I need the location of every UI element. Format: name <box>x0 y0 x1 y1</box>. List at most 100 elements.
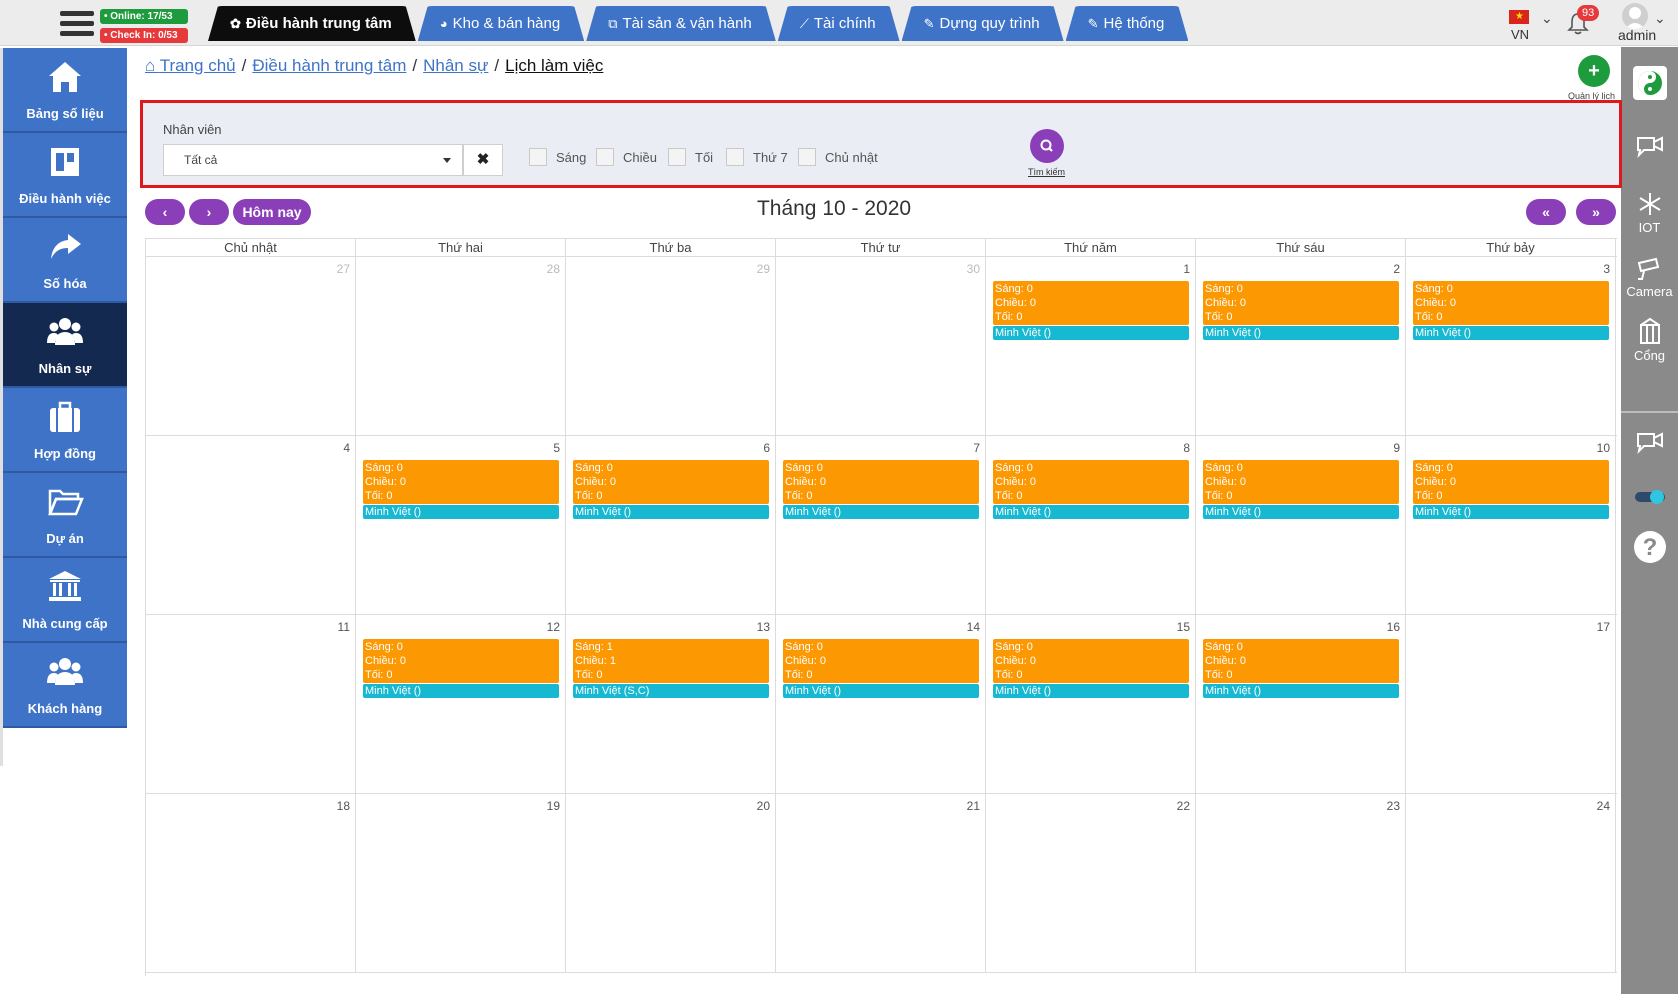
app-logo[interactable] <box>1621 65 1678 104</box>
calendar-day-cell[interactable]: 13 Sáng: 1 Chiều: 1 Tối: 0 Minh Việt (S,C) <box>566 615 776 793</box>
checkbox-box[interactable] <box>798 148 816 166</box>
calendar-day-cell[interactable]: 6 Sáng: 0 Chiều: 0 Tối: 0 Minh Việt () <box>566 436 776 614</box>
tab-tai-san-van-hanh[interactable]: ⧉ Tài sản & vận hành <box>586 6 776 41</box>
shift-summary: Sáng: 1 Chiều: 1 Tối: 0 <box>573 639 769 683</box>
checkbox-chu-nhat[interactable]: Chủ nhật <box>798 147 878 167</box>
search-caption[interactable]: Tìm kiếm <box>1028 167 1065 177</box>
schedule-event[interactable]: Sáng: 0 Chiều: 0 Tối: 0 Minh Việt () <box>993 460 1189 519</box>
calendar-day-cell[interactable]: 7 Sáng: 0 Chiều: 0 Tối: 0 Minh Việt () <box>776 436 986 614</box>
calendar-day-cell[interactable]: 17 <box>1406 615 1616 793</box>
calendar-day-cell[interactable]: 19 <box>356 794 566 972</box>
checkbox-sang[interactable]: Sáng <box>529 147 586 167</box>
search-icon <box>1040 139 1053 152</box>
add-schedule-button[interactable]: + <box>1578 55 1610 87</box>
schedule-event[interactable]: Sáng: 1 Chiều: 1 Tối: 0 Minh Việt (S,C) <box>573 639 769 698</box>
employee-select[interactable]: Tất cả <box>163 144 463 176</box>
gate-button[interactable]: Cổng <box>1621 317 1678 363</box>
cubes-icon: ⧉ <box>608 16 618 31</box>
checkbox-box[interactable] <box>529 148 547 166</box>
calendar-day-cell[interactable]: 27 <box>146 257 356 435</box>
checkbox-toi[interactable]: Tối <box>668 147 713 167</box>
checkbox-label: Thứ 7 <box>753 149 788 165</box>
menu-icon[interactable] <box>60 11 94 37</box>
schedule-event[interactable]: Sáng: 0 Chiều: 0 Tối: 0 Minh Việt () <box>993 639 1189 698</box>
schedule-event[interactable]: Sáng: 0 Chiều: 0 Tối: 0 Minh Việt () <box>363 639 559 698</box>
chevron-down-icon[interactable]: ⌄ <box>1541 10 1553 27</box>
calendar-day-cell[interactable]: 1 Sáng: 0 Chiều: 0 Tối: 0 Minh Việt () <box>986 257 1196 435</box>
camera-button[interactable]: Camera <box>1621 255 1678 299</box>
calendar-day-cell[interactable]: 23 <box>1196 794 1406 972</box>
sidebar-item-bang-so-lieu[interactable]: Bảng số liệu <box>3 48 127 133</box>
schedule-event[interactable]: Sáng: 0 Chiều: 0 Tối: 0 Minh Việt () <box>573 460 769 519</box>
calendar-day-cell[interactable]: 15 Sáng: 0 Chiều: 0 Tối: 0 Minh Việt () <box>986 615 1196 793</box>
sidebar-item-so-hoa[interactable]: Số hóa <box>3 218 127 303</box>
calendar-day-cell[interactable]: 10 Sáng: 0 Chiều: 0 Tối: 0 Minh Việt () <box>1406 436 1616 614</box>
vietnam-flag-icon[interactable]: ★ <box>1509 10 1529 24</box>
tab-label: Hệ thống <box>1103 15 1165 32</box>
checkbox-box[interactable] <box>596 148 614 166</box>
checkbox-chieu[interactable]: Chiều <box>596 147 657 167</box>
schedule-event[interactable]: Sáng: 0 Chiều: 0 Tối: 0 Minh Việt () <box>1413 460 1609 519</box>
schedule-event[interactable]: Sáng: 0 Chiều: 0 Tối: 0 Minh Việt () <box>1203 639 1399 698</box>
checkbox-thu-7[interactable]: Thứ 7 <box>726 147 788 167</box>
next-year-button[interactable]: » <box>1576 199 1616 225</box>
tab-dung-quy-trinh[interactable]: ✎ Dựng quy trình <box>902 6 1064 41</box>
sidebar-item-nha-cung-cap[interactable]: Nhà cung cấp <box>3 558 127 643</box>
checkbox-box[interactable] <box>668 148 686 166</box>
calendar-day-cell[interactable]: 11 <box>146 615 356 793</box>
sidebar-item-khach-hang[interactable]: Khách hàng <box>3 643 127 728</box>
calendar-day-cell[interactable]: 18 <box>146 794 356 972</box>
toggle-switch[interactable] <box>1621 487 1678 510</box>
user-name: admin <box>1618 27 1657 43</box>
calendar-day-cell[interactable]: 8 Sáng: 0 Chiều: 0 Tối: 0 Minh Việt () <box>986 436 1196 614</box>
video-chat-icon[interactable] <box>1621 135 1678 164</box>
calendar-week-row: 11 12 Sáng: 0 Chiều: 0 Tối: 0 Minh Việt () 13 S… <box>146 615 1617 794</box>
clear-employee-button[interactable]: ✖ <box>463 144 503 176</box>
checkbox-label: Sáng <box>556 149 587 165</box>
chevron-down-icon[interactable]: ⌄ <box>1654 10 1666 27</box>
tab-dieu-hanh-trung-tam[interactable]: ✿ Điều hành trung tâm <box>208 6 416 41</box>
shift-afternoon: Chiều: 0 <box>995 476 1036 488</box>
calendar-day-cell[interactable]: 16 Sáng: 0 Chiều: 0 Tối: 0 Minh Việt () <box>1196 615 1406 793</box>
sidebar-item-hop-dong[interactable]: Hợp đồng <box>3 388 127 473</box>
schedule-event[interactable]: Sáng: 0 Chiều: 0 Tối: 0 Minh Việt () <box>783 639 979 698</box>
shift-evening: Tối: 0 <box>1415 490 1443 502</box>
calendar-day-cell[interactable]: 12 Sáng: 0 Chiều: 0 Tối: 0 Minh Việt () <box>356 615 566 793</box>
employee-name-tag: Minh Việt () <box>1203 505 1399 519</box>
calendar-day-cell[interactable]: 9 Sáng: 0 Chiều: 0 Tối: 0 Minh Việt () <box>1196 436 1406 614</box>
sidebar-item-label: Khách hàng <box>27 701 103 716</box>
calendar-day-cell[interactable]: 5 Sáng: 0 Chiều: 0 Tối: 0 Minh Việt () <box>356 436 566 614</box>
help-icon[interactable]: ? <box>1621 529 1678 568</box>
schedule-event[interactable]: Sáng: 0 Chiều: 0 Tối: 0 Minh Việt () <box>1413 281 1609 340</box>
calendar-day-cell[interactable]: 2 Sáng: 0 Chiều: 0 Tối: 0 Minh Việt () <box>1196 257 1406 435</box>
tab-kho-ban-hang[interactable]: ◕ Kho & bán hàng <box>418 6 584 41</box>
video-chat-icon[interactable] <box>1621 431 1678 460</box>
day-number: 9 <box>1393 441 1400 455</box>
tab-he-thong[interactable]: ✎ Hệ thống <box>1066 6 1189 41</box>
checkbox-box[interactable] <box>726 148 744 166</box>
breadcrumb-nhan-su[interactable]: Nhân sự <box>423 56 488 75</box>
calendar-day-cell[interactable]: 4 <box>146 436 356 614</box>
prev-year-button[interactable]: « <box>1526 199 1566 225</box>
sidebar-item-nhan-su[interactable]: Nhân sự <box>3 303 127 388</box>
sidebar-item-du-an[interactable]: Dự án <box>3 473 127 558</box>
calendar-day-cell[interactable]: 28 <box>356 257 566 435</box>
calendar-day-cell[interactable]: 29 <box>566 257 776 435</box>
schedule-event[interactable]: Sáng: 0 Chiều: 0 Tối: 0 Minh Việt () <box>363 460 559 519</box>
calendar-day-cell[interactable]: 30 <box>776 257 986 435</box>
avatar[interactable] <box>1622 3 1648 29</box>
schedule-event[interactable]: Sáng: 0 Chiều: 0 Tối: 0 Minh Việt () <box>993 281 1189 340</box>
calendar-day-cell[interactable]: 14 Sáng: 0 Chiều: 0 Tối: 0 Minh Việt () <box>776 615 986 793</box>
calendar-day-cell[interactable]: 21 <box>776 794 986 972</box>
calendar-day-cell[interactable]: 20 <box>566 794 776 972</box>
calendar-day-cell[interactable]: 22 <box>986 794 1196 972</box>
schedule-event[interactable]: Sáng: 0 Chiều: 0 Tối: 0 Minh Việt () <box>783 460 979 519</box>
calendar-day-cell[interactable]: 24 <box>1406 794 1616 972</box>
schedule-event[interactable]: Sáng: 0 Chiều: 0 Tối: 0 Minh Việt () <box>1203 460 1399 519</box>
calendar-day-cell[interactable]: 3 Sáng: 0 Chiều: 0 Tối: 0 Minh Việt () <box>1406 257 1616 435</box>
breadcrumb-dieu-hanh[interactable]: Điều hành trung tâm <box>252 56 406 75</box>
search-button[interactable] <box>1030 129 1064 163</box>
schedule-event[interactable]: Sáng: 0 Chiều: 0 Tối: 0 Minh Việt () <box>1203 281 1399 340</box>
breadcrumb-home[interactable]: ⌂ Trang chủ <box>145 56 236 75</box>
tab-tai-chinh[interactable]: ⟋ Tài chính <box>778 6 900 41</box>
